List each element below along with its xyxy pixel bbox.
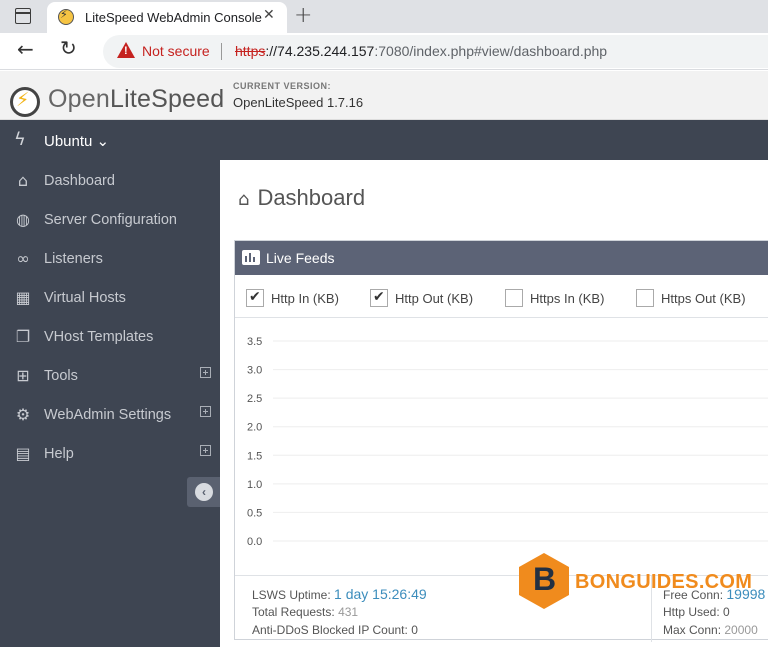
requests-label: Total Requests: — [252, 605, 335, 619]
sidebar-item-label: Virtual Hosts — [44, 290, 126, 306]
uptime-label: LSWS Uptime: — [252, 588, 331, 602]
address-bar[interactable]: Not secure https://74.235.244.157:7080/i… — [103, 35, 768, 68]
globe-icon: ◍ — [16, 210, 30, 229]
max-conn-label: Max Conn: — [663, 623, 722, 637]
live-feeds-chart: 3.5 3.0 2.5 2.0 1.5 1.0 0.5 0.0 — [235, 319, 768, 576]
sidebar-item-label: Listeners — [44, 251, 103, 267]
requests-value: 431 — [338, 605, 359, 619]
sidebar-item-dashboard[interactable]: ⌂ Dashboard — [0, 161, 220, 200]
logo-open: Open — [48, 85, 110, 113]
browser-tab[interactable]: LiteSpeed WebAdmin Console ✕ — [47, 2, 287, 33]
cubes-icon: ▦ — [15, 288, 31, 307]
sidebar-item-label: VHost Templates — [44, 329, 154, 345]
widget-header: Live Feeds — [235, 241, 768, 275]
home-icon: ⌂ — [238, 189, 250, 210]
bolt-icon: ϟ — [14, 129, 26, 150]
sidebar-item-help[interactable]: ▤ Help — [0, 434, 220, 473]
page-title-text: Dashboard — [257, 185, 366, 210]
y-tick-label: 3.5 — [247, 336, 262, 348]
sidebar-item-label: Help — [44, 446, 74, 462]
sidebar-item-vhost-templates[interactable]: ❐ VHost Templates — [0, 317, 220, 356]
app-logo-text[interactable]: OpenLiteSpeed — [48, 85, 224, 114]
y-tick-label: 3.0 — [247, 365, 262, 377]
back-arrow-icon[interactable]: ← — [17, 37, 34, 61]
url-scheme: https — [235, 43, 266, 59]
url-text[interactable]: https://74.235.244.157:7080/index.php#vi… — [235, 43, 607, 59]
server-bar: ϟ Ubuntu ⌄ — [0, 120, 768, 160]
app-header: OpenLiteSpeed CURRENT VERSION: OpenLiteS… — [0, 71, 768, 120]
https-in-checkbox[interactable] — [505, 289, 523, 307]
y-tick-label: 2.5 — [247, 393, 262, 405]
y-tick-label: 0.5 — [247, 507, 262, 519]
browser-toolbar: ← ↻ Not secure https://74.235.244.157:70… — [0, 33, 768, 70]
close-tab-icon[interactable]: ✕ — [263, 7, 275, 23]
max-conn-stat: Max Conn: 20000 — [663, 623, 758, 637]
https-out-checkbox[interactable] — [636, 289, 654, 307]
y-tick-label: 0.0 — [247, 536, 262, 548]
requests-stat: Total Requests: 431 — [252, 605, 358, 619]
link-icon: ∞ — [16, 249, 30, 268]
litespeed-favicon-icon — [58, 8, 74, 25]
browser-tab-strip: LiteSpeed WebAdmin Console ✕ + — [0, 0, 768, 33]
max-conn-value: 20000 — [724, 623, 758, 637]
expand-plus-icon[interactable] — [200, 445, 211, 456]
series-toggle-row: Http In (KB) Http Out (KB) Https In (KB)… — [235, 275, 768, 318]
checkbox-label: Http In (KB) — [271, 291, 339, 306]
sidebar-item-label: Dashboard — [44, 173, 115, 189]
version-value: OpenLiteSpeed 1.7.16 — [233, 95, 364, 110]
sidebar-item-listeners[interactable]: ∞ Listeners — [0, 239, 220, 278]
http-in-checkbox[interactable] — [246, 289, 264, 307]
new-tab-button[interactable]: + — [294, 3, 312, 28]
chart-svg: 3.5 3.0 2.5 2.0 1.5 1.0 0.5 0.0 — [247, 336, 768, 548]
http-out-checkbox[interactable] — [370, 289, 388, 307]
ddos-value: 0 — [411, 623, 418, 637]
tab-actions-icon[interactable] — [15, 8, 31, 24]
y-tick-label: 1.0 — [247, 479, 262, 491]
gear-icon: ⚙ — [15, 405, 31, 424]
copy-icon: ❐ — [15, 327, 31, 346]
watermark-text: BONGUIDES.COM — [575, 571, 753, 593]
bonguides-watermark: B BONGUIDES.COM — [519, 553, 768, 613]
sidebar-item-webadmin-settings[interactable]: ⚙ WebAdmin Settings — [0, 395, 220, 434]
logo-litespeed: LiteSpeed — [109, 85, 225, 113]
y-tick-label: 1.5 — [247, 450, 262, 462]
sidebar-item-label: Tools — [44, 368, 78, 384]
checkbox-label: Http Out (KB) — [395, 291, 474, 306]
home-icon: ⌂ — [17, 171, 29, 190]
watermark-letter: B — [533, 561, 557, 597]
server-dropdown[interactable]: Ubuntu ⌄ — [44, 132, 109, 150]
page-title: ⌂ Dashboard — [238, 185, 365, 211]
tab-title: LiteSpeed WebAdmin Console — [85, 10, 262, 25]
sidebar-collapse-button[interactable]: ‹ — [187, 477, 220, 507]
arrow-left-icon: ‹ — [195, 483, 213, 501]
sidebar: ⌂ Dashboard ◍ Server Configuration ∞ Lis… — [0, 160, 220, 647]
expand-plus-icon[interactable] — [200, 406, 211, 417]
reload-icon[interactable]: ↻ — [60, 36, 77, 60]
divider — [221, 43, 222, 60]
bar-chart-icon — [242, 250, 260, 265]
url-path: :7080/index.php#view/dashboard.php — [374, 43, 608, 59]
sidebar-item-tools[interactable]: ⊞ Tools — [0, 356, 220, 395]
checkbox-label: Https Out (KB) — [661, 291, 746, 306]
ddos-label: Anti-DDoS Blocked IP Count: — [252, 623, 408, 637]
book-icon: ▤ — [15, 444, 31, 463]
warning-icon[interactable] — [117, 42, 135, 58]
version-label: CURRENT VERSION: — [233, 81, 332, 91]
grid-icon: ⊞ — [16, 366, 30, 385]
sidebar-item-virtual-hosts[interactable]: ▦ Virtual Hosts — [0, 278, 220, 317]
bonguides-logo-icon: B — [519, 553, 569, 609]
expand-plus-icon[interactable] — [200, 367, 211, 378]
uptime-stat: LSWS Uptime: 1 day 15:26:49 — [252, 586, 427, 602]
uptime-value: 1 day 15:26:49 — [334, 586, 427, 602]
sidebar-item-label: Server Configuration — [44, 212, 177, 228]
openlitespeed-logo-icon — [10, 87, 40, 117]
sidebar-item-label: WebAdmin Settings — [44, 407, 172, 423]
checkbox-label: Https In (KB) — [530, 291, 605, 306]
security-status[interactable]: Not secure — [142, 43, 210, 59]
ddos-stat: Anti-DDoS Blocked IP Count: 0 — [252, 623, 418, 637]
y-tick-label: 2.0 — [247, 422, 262, 434]
sidebar-item-server-configuration[interactable]: ◍ Server Configuration — [0, 200, 220, 239]
widget-title: Live Feeds — [266, 250, 335, 266]
url-host: ://74.235.244.157 — [265, 43, 375, 59]
